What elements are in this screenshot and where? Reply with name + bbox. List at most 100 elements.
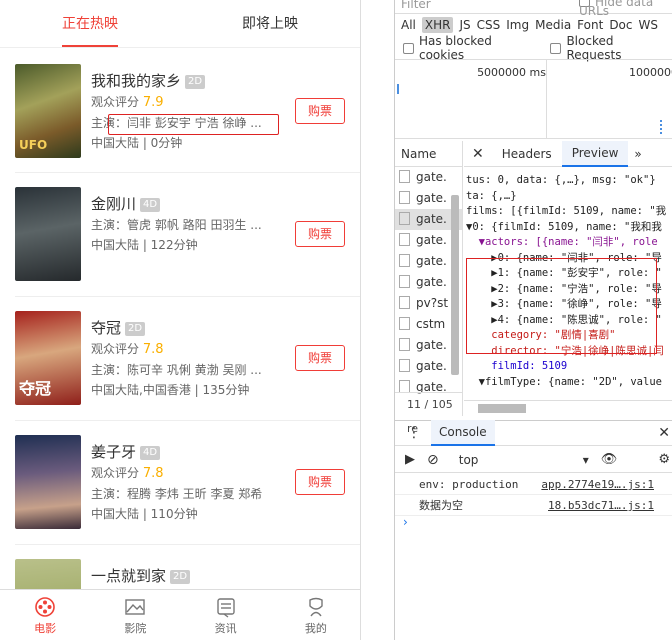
clear-console-icon[interactable]: ⊘ (427, 452, 439, 468)
scrollbar-thumb[interactable] (451, 195, 459, 375)
horizontal-scrollbar[interactable] (464, 400, 672, 416)
scrollbar[interactable] (451, 171, 459, 411)
filter-input[interactable]: Filter (401, 0, 431, 11)
filter-ws[interactable]: WS (639, 18, 658, 32)
format-badge: 2D (170, 570, 191, 584)
filter-all[interactable]: All (401, 18, 416, 32)
blocked-requests-label: Blocked Requests (566, 34, 622, 62)
buy-button[interactable]: 购票 (295, 221, 345, 247)
console-toolbar: ▶ ⊘ top ▾ 👁 ⚙ (395, 447, 672, 473)
movie-title: 姜子牙 (91, 443, 137, 461)
file-icon (399, 296, 410, 309)
movie-title: 金刚川 (91, 195, 137, 213)
request-name: gate. (416, 212, 447, 226)
filter-xhr[interactable]: XHR (421, 17, 454, 33)
tab-headers[interactable]: Headers (492, 141, 562, 167)
timeline-label: 1000000 (629, 66, 672, 79)
poster-text: 夺冠 (19, 379, 52, 398)
format-badge: 2D (185, 75, 206, 89)
poster-text: UFO (19, 138, 48, 152)
buy-button[interactable]: 购票 (295, 98, 345, 124)
tabbar-label: 影院 (124, 622, 147, 635)
request-name: gate. (416, 338, 447, 352)
tab-now-showing[interactable]: 正在热映 (0, 0, 180, 47)
movie-actors: 主演：程腾 李炜 王昕 李夏 郑希 (91, 487, 263, 501)
tabbar-cinemas[interactable]: 影院 (90, 590, 180, 640)
movie-title: 我和我的家乡 (91, 72, 182, 90)
preview-line: filmId: 5109 (466, 360, 568, 372)
actors-highlight-box (108, 114, 279, 135)
context-selector[interactable]: top ▾ (459, 453, 589, 467)
scrollbar-thumb[interactable] (478, 404, 526, 413)
more-options-icon[interactable]: ⋮ (407, 425, 421, 441)
file-icon (399, 191, 410, 204)
eye-icon[interactable]: 👁 (601, 452, 618, 467)
blocked-requests-checkbox[interactable] (550, 42, 562, 54)
movie-item[interactable]: UFO 我和我的家乡 2D 观众评分 7.9 主演：闫非 彭安宇 宁浩 徐峥 ..… (0, 50, 360, 174)
timeline-gridline (546, 60, 547, 138)
tab-coming-soon[interactable]: 即将上映 (180, 0, 360, 47)
filter-js[interactable]: JS (459, 18, 470, 32)
movie-item[interactable]: 夺冠 夺冠 2D 观众评分 7.8 主演：陈可辛 巩俐 黄渤 吴刚 ... 中国大… (0, 297, 360, 421)
more-tabs-icon[interactable]: » (628, 141, 647, 167)
filter-img[interactable]: Img (506, 18, 529, 32)
film-reel-icon (35, 597, 55, 617)
actors-highlight-box (466, 258, 657, 354)
user-icon (309, 597, 323, 617)
source-link[interactable]: app.2774e19….js:1 (541, 474, 654, 495)
file-icon (399, 212, 410, 225)
score-value: 7.9 (142, 95, 164, 110)
tab-console[interactable]: Console (431, 420, 495, 446)
preview-line: tus: 0, data: {,…}, msg: "ok"} (466, 174, 656, 186)
source-link[interactable]: 18.b53dc71….js:1 (548, 495, 654, 516)
filter-css[interactable]: CSS (477, 18, 501, 32)
buy-button[interactable]: 购票 (295, 345, 345, 371)
timeline-marker (660, 120, 662, 134)
tabbar-movies[interactable]: 电影 (0, 590, 90, 640)
filter-media[interactable]: Media (535, 18, 571, 32)
preview-json[interactable]: tus: 0, data: {,…}, msg: "ok"} ta: {,…} … (464, 167, 672, 390)
tab-preview[interactable]: Preview (561, 140, 629, 167)
movie-title: 夺冠 (91, 319, 122, 337)
gear-icon[interactable]: ⚙ (658, 452, 670, 467)
movie-item[interactable]: 金刚川 4D 主演：管虎 郭帆 路阳 田羽生 ... 中国大陆 | 122分钟 购… (0, 173, 360, 297)
file-icon (399, 170, 410, 183)
close-icon[interactable]: ✕ (658, 425, 670, 441)
console-text: env: production (419, 478, 519, 491)
file-icon (399, 233, 410, 246)
format-badge: 4D (140, 198, 161, 212)
score-label: 观众评分 (91, 466, 140, 480)
file-icon (399, 338, 410, 351)
movie-item[interactable]: 姜子牙 4D 观众评分 7.8 主演：程腾 李炜 王昕 李夏 郑希 中国大陆 | … (0, 421, 360, 545)
movie-poster (15, 435, 81, 529)
picture-icon (125, 599, 146, 615)
console-prompt[interactable]: › (403, 515, 408, 529)
movie-poster (15, 187, 81, 281)
console-message: 数据为空 18.b53dc71….js:1 (395, 495, 672, 516)
close-icon[interactable]: ✕ (464, 141, 492, 167)
timeline-request-bar (397, 84, 399, 94)
console-drawer-header: ⋮ Console ✕ (395, 420, 672, 446)
request-name: pv?st (416, 296, 449, 310)
preview-line: ta: {,…} (466, 189, 517, 202)
name-column-header[interactable]: Name (395, 141, 462, 167)
movie-meta: 中国大陆,中国香港 | 135分钟 (91, 383, 250, 397)
request-name: gate. (416, 275, 447, 289)
devtools-panel: Filter Hide data URLs All XHR JS CSS Img… (394, 0, 672, 640)
filter-font[interactable]: Font (577, 18, 603, 32)
network-overview[interactable]: 5000000 ms 1000000 (395, 59, 672, 139)
has-blocked-cookies-checkbox[interactable] (403, 42, 414, 54)
tabbar-label: 我的 (304, 622, 327, 635)
score-value: 7.8 (142, 342, 164, 357)
tabbar-mine[interactable]: 我的 (271, 590, 360, 640)
tabbar-label: 电影 (34, 622, 57, 635)
context-value: top (458, 452, 479, 467)
file-icon (399, 359, 410, 372)
filter-doc[interactable]: Doc (609, 18, 632, 32)
movie-actors: 主演：陈可辛 巩俐 黄渤 吴刚 ... (91, 363, 262, 377)
sidebar-toggle-icon[interactable]: ▶ (405, 452, 415, 467)
buy-button[interactable]: 购票 (295, 469, 345, 495)
tabbar-news[interactable]: 资讯 (181, 590, 271, 640)
request-name: gate. (416, 359, 447, 373)
request-detail: ✕ Headers Preview » tus: 0, data: {,…}, … (464, 140, 672, 416)
